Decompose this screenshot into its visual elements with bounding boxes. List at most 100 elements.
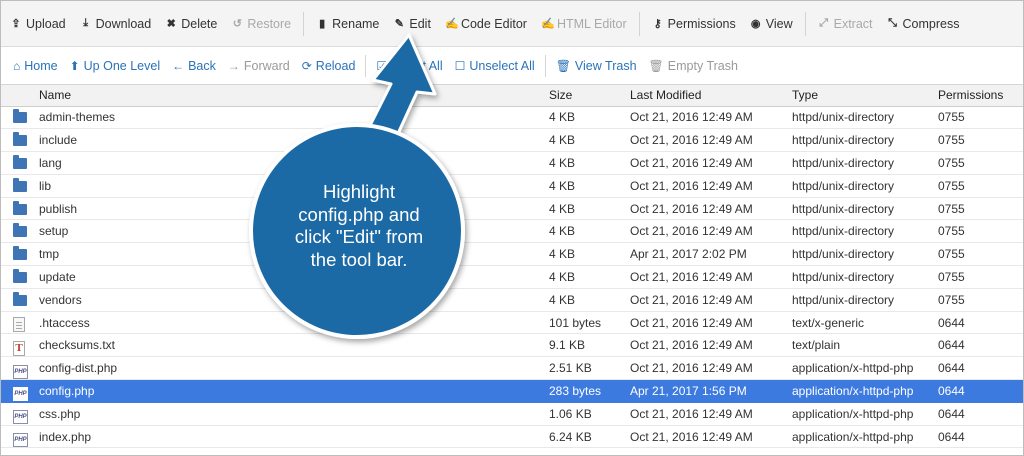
file-icon-cell bbox=[1, 128, 33, 153]
rename-button[interactable]: ▮ Rename bbox=[309, 10, 386, 38]
view-button[interactable]: ◉ View bbox=[743, 10, 800, 38]
eye-icon: ◉ bbox=[750, 18, 761, 30]
header-icon-column bbox=[1, 85, 33, 107]
code-editor-button[interactable]: ✍ Code Editor bbox=[438, 10, 534, 38]
toolbar-button-label: Compress bbox=[902, 16, 960, 31]
file-icon-cell bbox=[1, 106, 33, 130]
callout-text: Highlight config.php and click "Edit" fr… bbox=[284, 181, 434, 271]
rename-icon: ▮ bbox=[319, 18, 326, 30]
delete-button[interactable]: ✖ Delete bbox=[158, 10, 224, 38]
compress-button[interactable]: ⤡ Compress bbox=[880, 10, 967, 38]
file-type: application/x-httpd-php bbox=[786, 356, 932, 381]
forward-arrow-icon: → bbox=[227, 59, 240, 73]
column-header-name[interactable]: Name bbox=[33, 85, 543, 107]
permissions-button[interactable]: ⚷ Permissions bbox=[645, 10, 743, 38]
edit-button[interactable]: ✎ Edit bbox=[386, 10, 438, 38]
file-name: css.php bbox=[33, 402, 543, 426]
select-all-button[interactable]: ☑ Select All bbox=[370, 53, 448, 79]
upload-button[interactable]: ⇪ Upload bbox=[3, 10, 73, 38]
file-type: httpd/unix-directory bbox=[786, 106, 932, 130]
nav-button-label: Home bbox=[24, 59, 58, 73]
column-header-permissions[interactable]: Permissions bbox=[932, 85, 1023, 107]
reload-button[interactable]: ⟳ Reload bbox=[296, 53, 362, 79]
trash-icon: 🗑 bbox=[648, 59, 664, 73]
file-permissions: 0644 bbox=[932, 379, 1023, 403]
table-row[interactable]: include 4 KB Oct 21, 2016 12:49 AM httpd/un… bbox=[1, 128, 1023, 153]
file-type: httpd/unix-directory bbox=[786, 242, 932, 267]
toolbar-button-label: Permissions bbox=[667, 16, 736, 31]
file-name: index.php bbox=[33, 425, 543, 449]
home-button[interactable]: ⌂ Home bbox=[7, 53, 64, 79]
table-row[interactable]: Tchecksums.txt 9.1 KB Oct 21, 2016 12:49 A… bbox=[1, 333, 1023, 358]
table-row[interactable]: PHP css.php 1.06 KB Oct 21, 2016 12:49 AM ap… bbox=[1, 402, 1023, 426]
back-button[interactable]: ← Back bbox=[166, 53, 222, 79]
file-type: application/x-httpd-php bbox=[786, 425, 932, 449]
file-table: Name Size Last Modified Type Permissions… bbox=[1, 85, 1023, 449]
column-header-size[interactable]: Size bbox=[543, 85, 624, 107]
toolbar-button-label: Restore bbox=[247, 16, 292, 31]
file-icon-cell bbox=[1, 242, 33, 267]
column-header-last-modified[interactable]: Last Modified bbox=[624, 85, 786, 107]
table-row[interactable]: PHP config.php 283 bytes Apr 21, 2017 1:56 … bbox=[1, 379, 1023, 403]
file-last-modified: Apr 21, 2017 2:02 PM bbox=[624, 242, 786, 267]
nav-button-label: Back bbox=[188, 59, 216, 73]
trash-icon: 🗑 bbox=[555, 59, 571, 73]
file-type: httpd/unix-directory bbox=[786, 174, 932, 198]
unselect-all-button[interactable]: ☐ Unselect All bbox=[449, 53, 541, 79]
restore-icon: ↺ bbox=[232, 18, 242, 30]
table-row[interactable]: setup 4 KB Oct 21, 2016 12:49 AM httpd/unix… bbox=[1, 219, 1023, 244]
file-name: include bbox=[33, 128, 543, 153]
nav-divider bbox=[365, 55, 367, 77]
table-row[interactable]: .htaccess 101 bytes Oct 21, 2016 12:49 AM t… bbox=[1, 311, 1023, 335]
file-permissions: 0755 bbox=[932, 219, 1023, 244]
table-row[interactable]: PHP index.php 6.24 KB Oct 21, 2016 12:49 AM… bbox=[1, 425, 1023, 449]
file-last-modified: Oct 21, 2016 12:49 AM bbox=[624, 402, 786, 426]
html-editor-button: ✍ HTML Editor bbox=[534, 10, 634, 38]
file-last-modified: Oct 21, 2016 12:49 AM bbox=[624, 219, 786, 244]
file-last-modified: Oct 21, 2016 12:49 AM bbox=[624, 151, 786, 175]
file-type: application/x-httpd-php bbox=[786, 379, 932, 403]
document-icon bbox=[13, 316, 25, 332]
file-icon-cell bbox=[1, 151, 33, 175]
table-row[interactable]: admin-themes 4 KB Oct 21, 2016 12:49 AM htt… bbox=[1, 106, 1023, 130]
file-icon-cell: PHP bbox=[1, 379, 33, 403]
callout-line: the tool bar. bbox=[310, 248, 408, 270]
file-last-modified: Oct 21, 2016 12:49 AM bbox=[624, 265, 786, 289]
file-name: .htaccess bbox=[33, 311, 543, 335]
file-last-modified: Oct 21, 2016 12:49 AM bbox=[624, 425, 786, 449]
file-manager-window: ⇪ Upload ⤓ Download ✖ Delete ↺ Restore ▮ Rename ✎ E… bbox=[0, 0, 1024, 456]
file-last-modified: Oct 21, 2016 12:49 AM bbox=[624, 333, 786, 358]
back-arrow-icon: ← bbox=[172, 59, 185, 73]
nav-button-label: Select All bbox=[391, 59, 443, 73]
view-trash-button[interactable]: 🗑 View Trash bbox=[550, 53, 643, 79]
file-size: 4 KB bbox=[543, 288, 624, 312]
toolbar-button-label: HTML Editor bbox=[556, 16, 627, 31]
table-row[interactable]: PHP config-dist.php 2.51 KB Oct 21, 2016 12… bbox=[1, 356, 1023, 381]
table-row[interactable]: lang 4 KB Oct 21, 2016 12:49 AM httpd/unix-… bbox=[1, 151, 1023, 175]
php-file-icon: PHP bbox=[13, 433, 28, 447]
table-row[interactable]: publish 4 KB Oct 21, 2016 12:49 AM httpd/un… bbox=[1, 197, 1023, 221]
file-last-modified: Oct 21, 2016 12:49 AM bbox=[624, 174, 786, 198]
table-row[interactable]: update 4 KB Oct 21, 2016 12:49 AM httpd/uni… bbox=[1, 265, 1023, 289]
toolbar: ⇪ Upload ⤓ Download ✖ Delete ↺ Restore ▮ Rename ✎ E… bbox=[1, 1, 1023, 47]
file-size: 4 KB bbox=[543, 197, 624, 221]
level-up-icon: ⬆ bbox=[69, 59, 80, 73]
file-type: httpd/unix-directory bbox=[786, 197, 932, 221]
code-editor-icon: ✍ bbox=[444, 18, 459, 30]
up-one-level-button[interactable]: ⬆ Up One Level bbox=[64, 53, 167, 79]
column-header-type[interactable]: Type bbox=[786, 85, 932, 107]
file-size: 1.06 KB bbox=[543, 402, 624, 426]
file-last-modified: Oct 21, 2016 12:49 AM bbox=[624, 288, 786, 312]
file-size: 4 KB bbox=[543, 106, 624, 130]
table-row[interactable]: lib 4 KB Oct 21, 2016 12:49 AM httpd/unix-d… bbox=[1, 174, 1023, 198]
file-name: checksums.txt bbox=[33, 333, 543, 358]
folder-icon bbox=[13, 268, 27, 283]
download-button[interactable]: ⤓ Download bbox=[73, 10, 159, 38]
file-last-modified: Oct 21, 2016 12:49 AM bbox=[624, 197, 786, 221]
file-icon-cell bbox=[1, 288, 33, 312]
callout-line: click "Edit" from bbox=[294, 226, 424, 247]
navigation-bar: ⌂ Home ⬆ Up One Level ← Back → Forward ⟳ Reload ☑ S… bbox=[1, 48, 1023, 85]
table-row[interactable]: tmp 4 KB Apr 21, 2017 2:02 PM httpd/unix-di… bbox=[1, 242, 1023, 267]
table-row[interactable]: vendors 4 KB Oct 21, 2016 12:49 AM httpd/un… bbox=[1, 288, 1023, 312]
checkbox-checked-icon: ☑ bbox=[376, 59, 388, 73]
